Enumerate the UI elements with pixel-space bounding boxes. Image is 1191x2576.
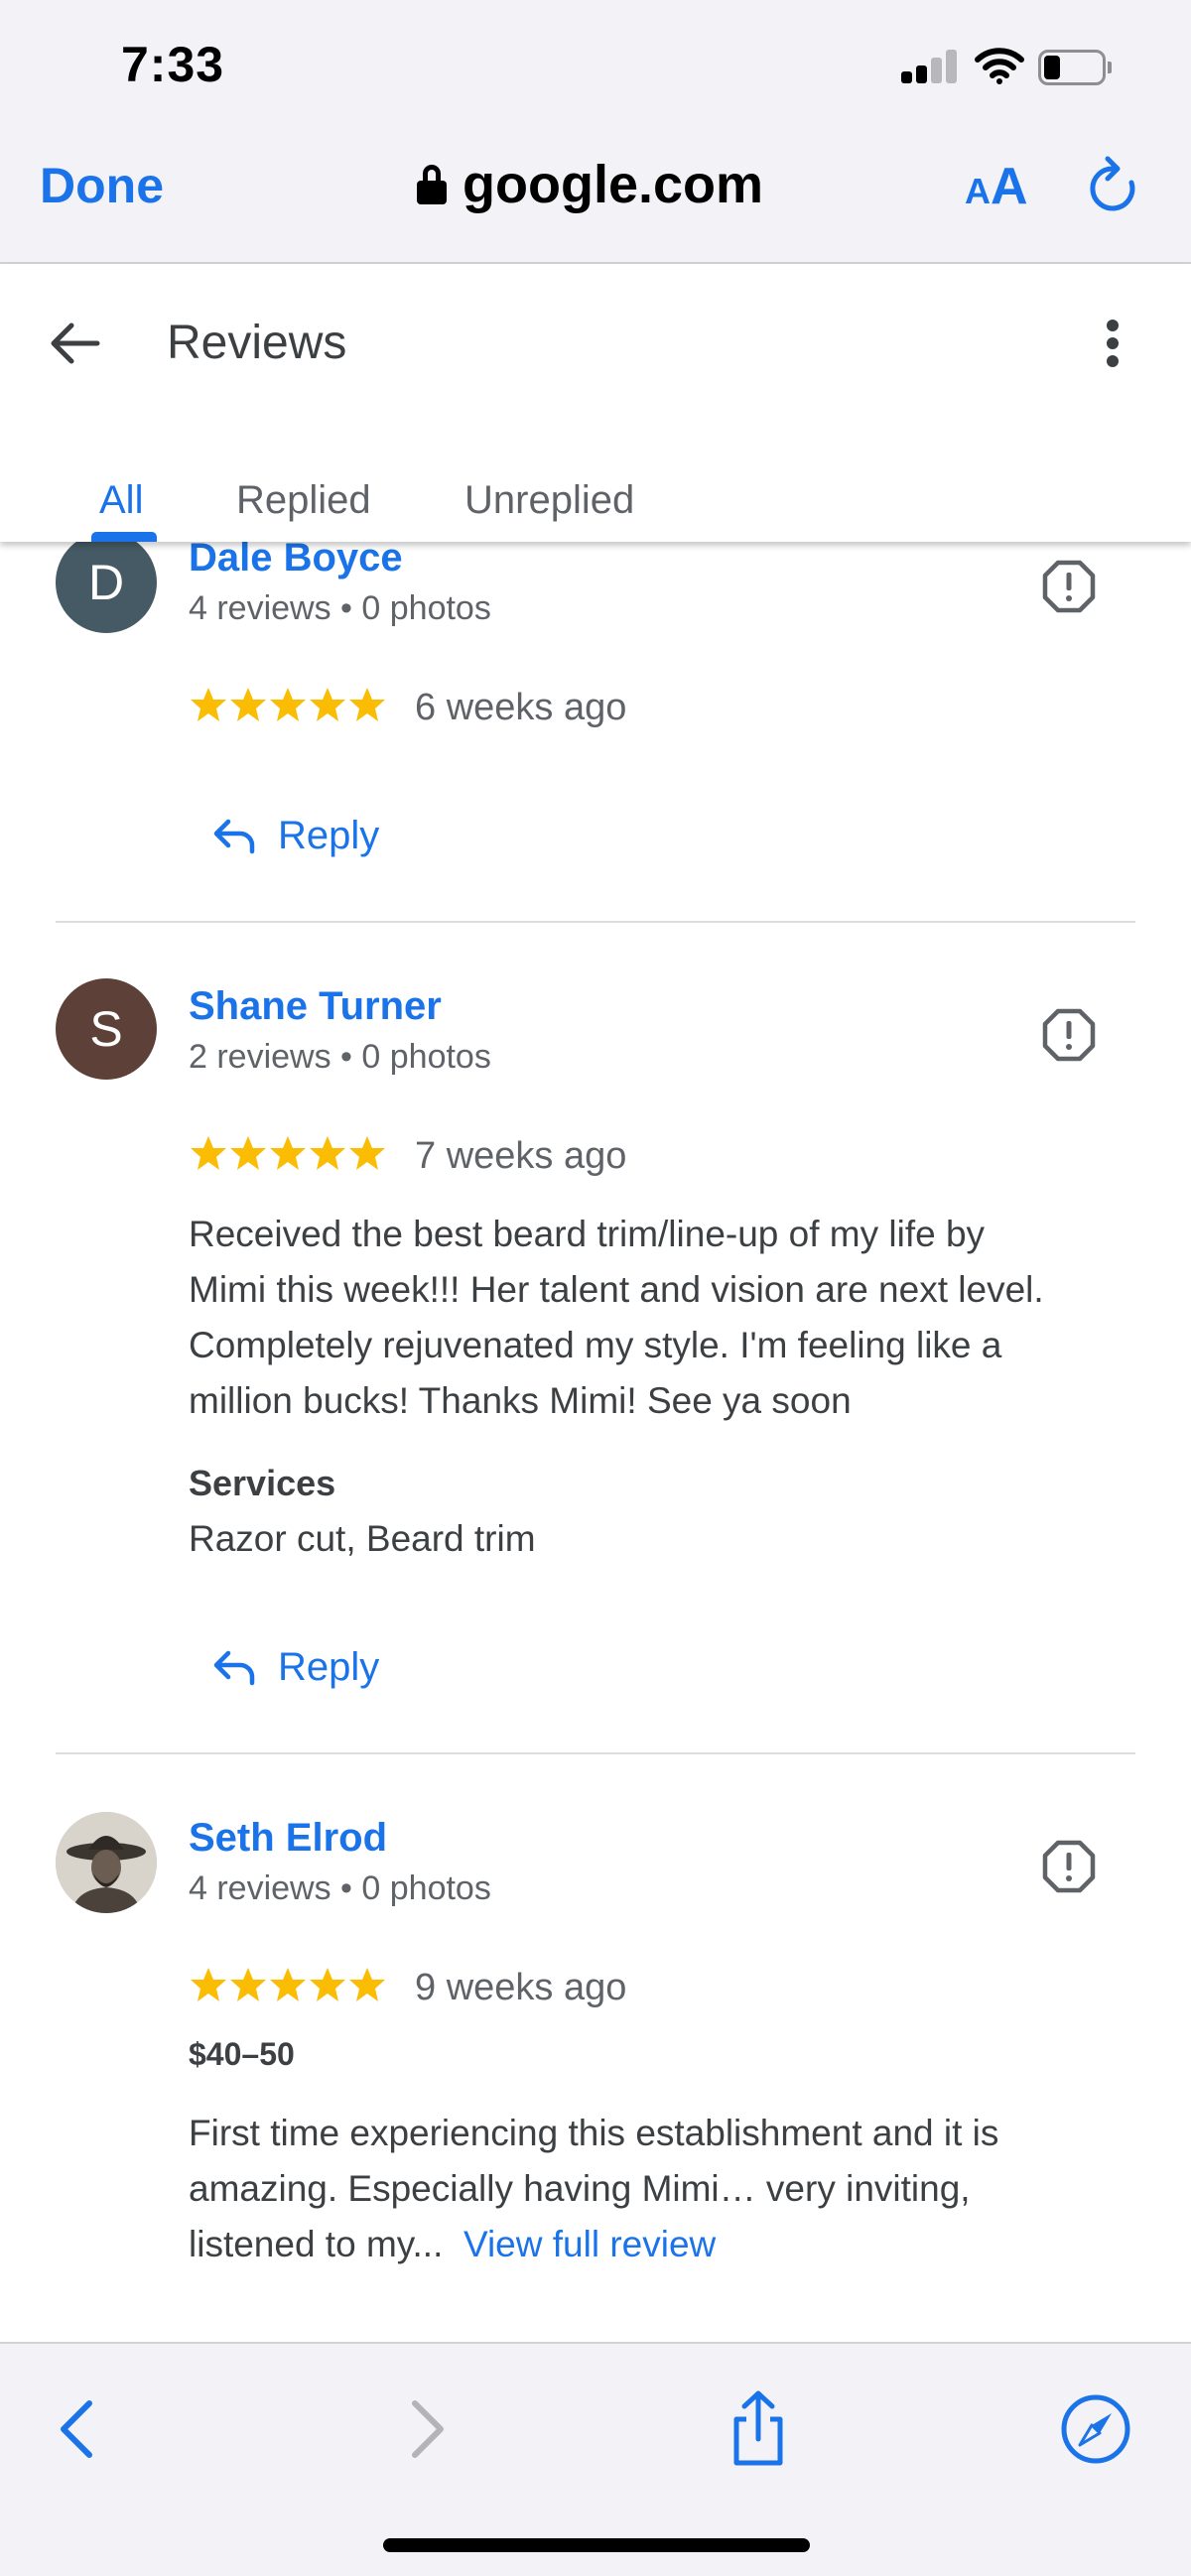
more-options-icon[interactable] [1098,316,1127,371]
avatar[interactable]: S [56,978,157,1080]
star-icon [270,1968,306,2001]
text-size-button[interactable]: AA [965,157,1028,216]
star-icon [349,1136,385,1170]
reviewer-name[interactable]: Dale Boyce [189,536,403,580]
status-time: 7:33 [121,37,225,92]
price-range: $40–50 [189,2036,295,2072]
view-full-review-link[interactable]: View full review [463,2224,716,2264]
reviewer-name[interactable]: Shane Turner [189,984,442,1029]
reviewer-name[interactable]: Seth Elrod [189,1816,387,1861]
star-rating [189,1133,387,1177]
cellular-signal-icon [901,50,959,83]
home-indicator [383,2538,810,2552]
url-text: google.com [463,155,764,214]
star-icon [230,1136,266,1170]
avatar[interactable]: D [56,532,157,633]
reviews-header: Reviews All Replied Unreplied [0,264,1191,542]
services-label: Services [189,1463,336,1503]
review-text-line: Mimi this week!!! Her talent and vision … [189,1269,1044,1310]
star-icon [191,688,226,721]
reply-label: Reply [278,1644,380,1689]
star-icon [270,688,306,721]
star-icon [191,1968,226,2001]
tab-all[interactable]: All [99,443,143,542]
reply-label: Reply [278,813,380,857]
report-icon[interactable] [1042,560,1096,613]
star-icon [349,688,385,721]
star-icon [230,1968,266,2001]
review-text-line: Completely rejuvenated my style. I'm fee… [189,1325,1002,1365]
star-icon [310,1136,345,1170]
star-icon [310,688,345,721]
review-time: 9 weeks ago [415,1967,627,2008]
status-bar: 7:33 [0,0,1191,129]
review-text-truncated: listened to my... [189,2224,444,2264]
reply-button[interactable]: Reply [212,1637,379,1697]
profile-photo [56,1812,157,1913]
divider [56,1752,1135,1754]
done-button[interactable]: Done [40,157,164,214]
star-rating [189,1965,387,2008]
star-icon [310,1968,345,2001]
battery-icon [1038,50,1112,85]
review-text-line: First time experiencing this establishme… [189,2113,999,2153]
reply-icon [213,1650,255,1686]
tab-unreplied[interactable]: Unreplied [464,443,634,542]
review-text-line-last: listened to my... View full review [189,2217,1141,2272]
review-text-line: Received the best beard trim/line-up of … [189,1214,986,1254]
reviewer-meta: 4 reviews • 0 photos [189,1869,491,1907]
review-tabs: All Replied Unreplied [0,443,1191,542]
star-icon [230,688,266,721]
star-icon [349,1968,385,2001]
reload-icon[interactable] [1084,155,1143,218]
reviewer-meta: 2 reviews • 0 photos [189,1038,491,1076]
review-text: Received the best beard trim/line-up of … [189,1207,1141,1429]
report-icon[interactable] [1042,1840,1096,1893]
review-text: First time experiencing this establishme… [189,2106,1141,2272]
share-icon[interactable] [719,2389,798,2469]
page-title: Reviews [167,317,347,369]
compass-icon[interactable] [1056,2389,1135,2469]
forward-icon[interactable] [385,2389,464,2469]
reply-icon [213,819,255,854]
review-text-line: million bucks! Thanks Mimi! See ya soon [189,1380,852,1421]
divider [56,921,1135,923]
url-field[interactable]: google.com [417,155,763,214]
star-rating [189,685,387,728]
tab-replied[interactable]: Replied [236,443,371,542]
review-time: 7 weeks ago [415,1135,627,1177]
reviewer-meta: 4 reviews • 0 photos [189,589,491,627]
star-icon [191,1136,226,1170]
report-icon[interactable] [1042,1008,1096,1062]
wifi-icon [975,48,1024,84]
browser-address-bar: Done google.com AA [0,129,1191,264]
active-tab-indicator [91,532,157,542]
services-value: Razor cut, Beard trim [189,1518,536,1559]
back-arrow-icon[interactable] [48,316,103,371]
review-text-line: amazing. Especially having Mimi… very in… [189,2168,971,2209]
back-icon[interactable] [40,2389,119,2469]
lock-icon [417,165,447,204]
text-size-big-label: A [991,158,1028,215]
review-time: 6 weeks ago [415,687,627,728]
text-size-small-label: A [965,171,991,211]
avatar[interactable] [56,1812,157,1913]
star-icon [270,1136,306,1170]
reply-button[interactable]: Reply [212,806,379,865]
